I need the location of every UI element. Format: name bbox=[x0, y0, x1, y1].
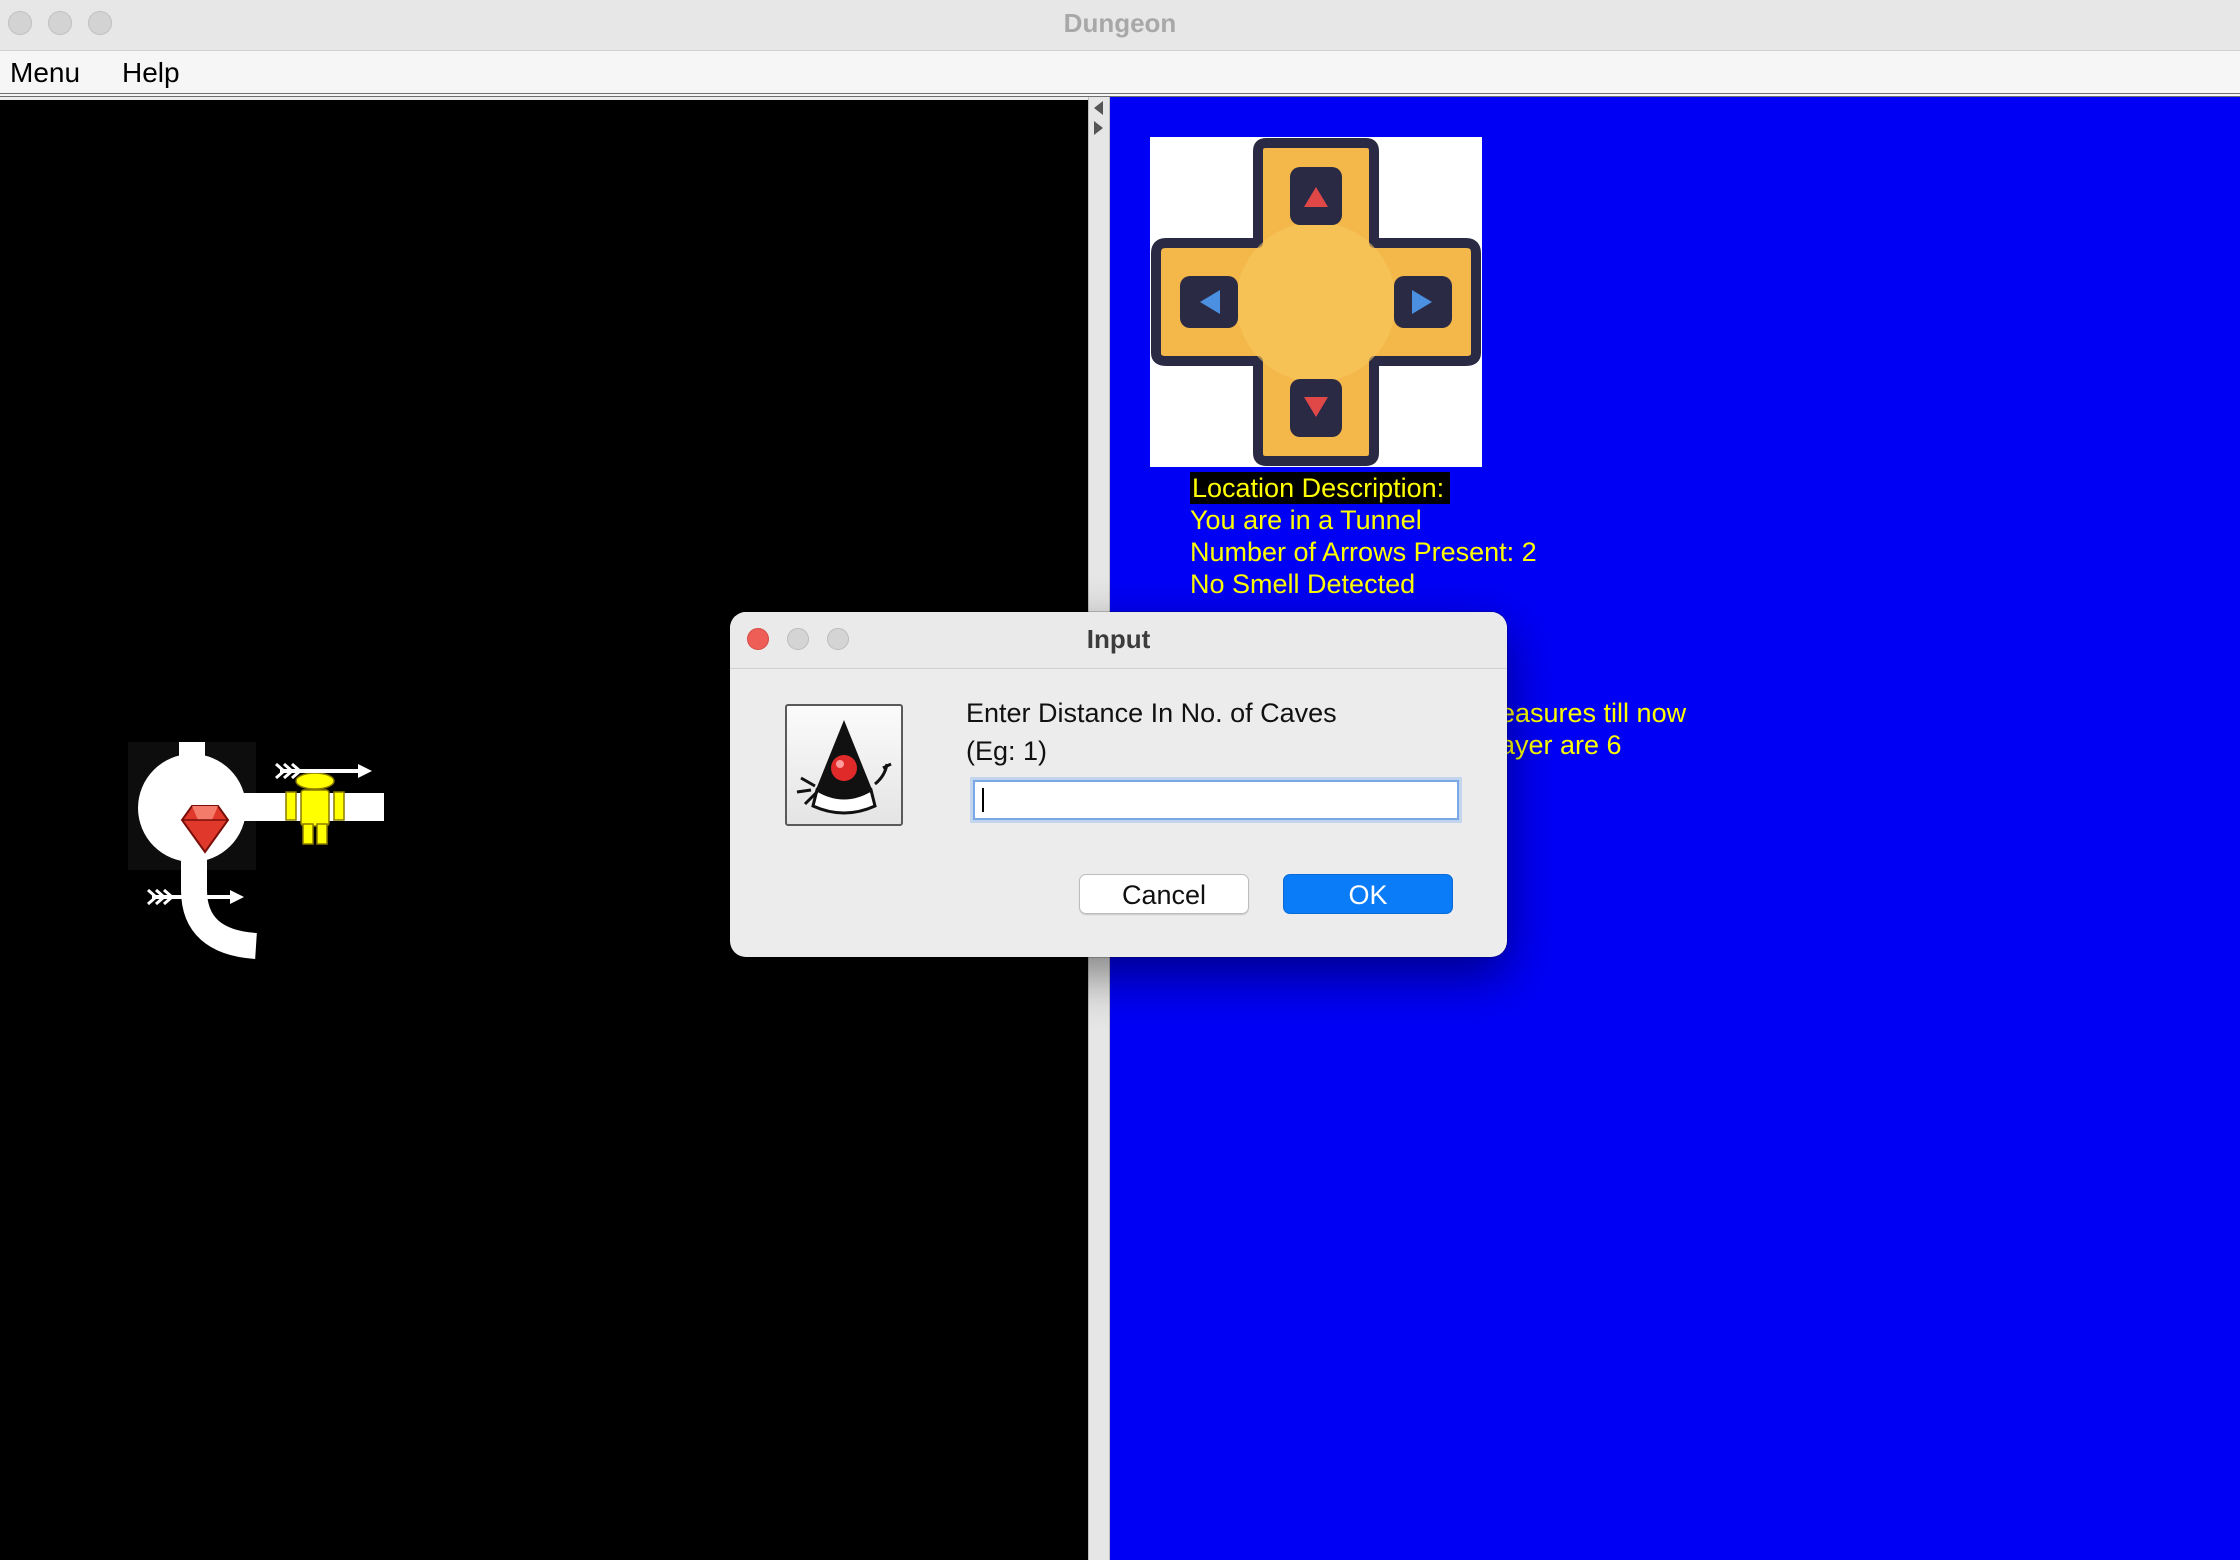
menu-menu[interactable]: Menu bbox=[10, 57, 80, 89]
cancel-button[interactable]: Cancel bbox=[1079, 874, 1249, 914]
menu-help[interactable]: Help bbox=[122, 57, 180, 89]
menu-bar: Menu Help bbox=[0, 51, 2240, 97]
dialog-title: Input bbox=[1086, 624, 1151, 654]
text-caret bbox=[982, 788, 984, 812]
dialog-prompt-line-1: Enter Distance In No. of Caves bbox=[966, 698, 1337, 728]
location-type-text: You are in a Tunnel bbox=[1190, 505, 1422, 535]
treasures-text-partial: easures till now bbox=[1500, 698, 1687, 728]
location-description-heading: Location Description: bbox=[1190, 472, 1451, 504]
tunnel-south bbox=[181, 858, 258, 959]
collapse-right-icon[interactable] bbox=[1094, 121, 1103, 135]
player-count-text-partial: ayer are 6 bbox=[1500, 730, 1622, 760]
window-title: Dungeon bbox=[1063, 8, 1177, 38]
ok-button[interactable]: OK bbox=[1283, 874, 1453, 914]
dpad-controller-icon bbox=[1150, 137, 1482, 467]
arrows-present-text: Number of Arrows Present: 2 bbox=[1190, 537, 1537, 567]
player-icon bbox=[285, 772, 345, 845]
input-dialog: Input Enter Distance In No. of Caves (Eg… bbox=[730, 612, 1507, 957]
dialog-prompt-line-2: (Eg: 1) bbox=[966, 736, 1048, 766]
collapse-left-icon[interactable] bbox=[1094, 101, 1103, 115]
window-title-bar: Dungeon bbox=[0, 0, 2240, 51]
dialog-title-bar: Input bbox=[730, 612, 1507, 669]
smell-status-text: No Smell Detected bbox=[1190, 569, 1416, 599]
java-duke-icon bbox=[785, 704, 903, 826]
distance-input[interactable] bbox=[973, 780, 1459, 820]
